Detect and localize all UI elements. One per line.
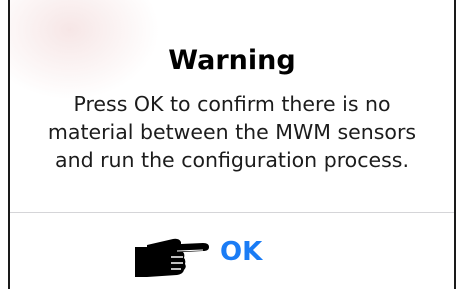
dialog-message-line: material between the MWM sensors xyxy=(47,120,417,144)
dialog-message: Press OK to confirm there is no material… xyxy=(10,90,454,174)
pointing-hand-icon xyxy=(135,238,209,277)
dialog-title: Warning xyxy=(168,45,296,76)
warning-dialog: Warning Press OK to confirm there is no … xyxy=(8,0,456,289)
dialog-actions: OK xyxy=(10,213,454,289)
dialog-message-line: and run the configuration process. xyxy=(55,148,409,172)
ok-button[interactable]: OK xyxy=(220,235,262,269)
dialog-message-line: Press OK to confirm there is no xyxy=(73,92,391,116)
